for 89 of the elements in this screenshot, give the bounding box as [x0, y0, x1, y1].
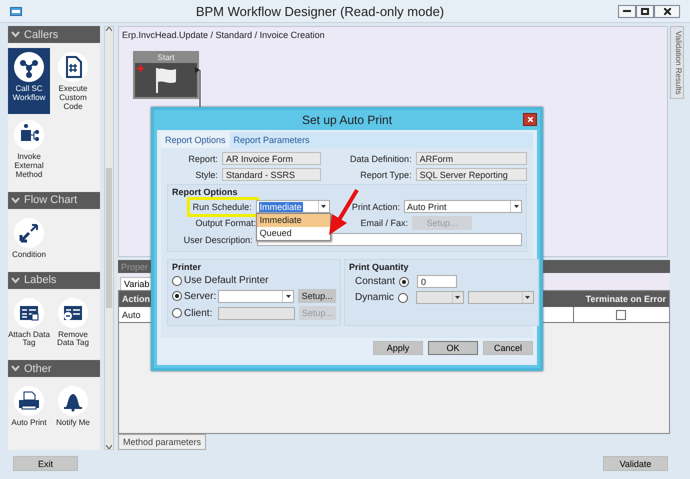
field-label: Report: [187, 154, 219, 164]
app-icon [10, 6, 22, 16]
radio-option[interactable]: Constant [355, 276, 412, 287]
field-label: Print Action: [350, 202, 401, 212]
tool-icon [13, 385, 45, 418]
panel-tab[interactable]: Variab [120, 277, 154, 290]
validate-button[interactable]: Validate [603, 456, 668, 471]
field-label: Report Type: [359, 170, 413, 180]
dialog-button[interactable]: OK [428, 341, 478, 355]
field-label: User Description: [182, 234, 254, 244]
group-title: Print Quantity [349, 262, 410, 272]
plus-icon [137, 65, 144, 72]
breadcrumb: Erp.InvcHead.Update / Standard / Invoice Creation [121, 29, 326, 42]
column-header: Terminate on Error [573, 291, 669, 307]
run-schedule-dropdown[interactable]: Immediate [256, 200, 330, 213]
section-header[interactable]: Flow Chart [8, 192, 100, 209]
section-title: Flow Chart [24, 194, 78, 206]
dialog-button[interactable]: Apply [373, 341, 423, 355]
toolbox-item[interactable]: Auto Print [8, 382, 50, 431]
scroll-down-icon[interactable] [106, 445, 112, 449]
chevron-icon [11, 365, 20, 372]
print-action-dropdown[interactable]: Auto Print [404, 200, 522, 213]
field-label: Data Definition: [349, 154, 413, 164]
field-label: Run Schedule: [192, 202, 253, 212]
dropdown-arrow-icon [321, 205, 326, 208]
section-header[interactable]: Labels [8, 272, 100, 289]
toolbox-item[interactable]: Attach Data Tag [8, 294, 50, 352]
checkbox[interactable] [616, 310, 626, 320]
close-button[interactable] [654, 4, 680, 18]
dropdown-option[interactable]: Queued [256, 227, 330, 240]
toolbox-item[interactable]: Condition [8, 214, 50, 263]
client-field[interactable] [218, 306, 295, 320]
minimize-icon [623, 10, 631, 12]
section-title: Labels [24, 274, 56, 286]
quantity-field[interactable]: 0 [417, 275, 458, 288]
maximize-button[interactable] [636, 4, 654, 18]
section-title: Callers [24, 28, 58, 40]
field-label: Style: [194, 170, 219, 180]
tool-icon [13, 119, 45, 152]
tool-icon [13, 51, 45, 83]
tool-icon [57, 296, 89, 329]
data-definition-field: ARForm [416, 152, 527, 165]
close-button[interactable] [523, 113, 537, 126]
field-label: Output Format: [194, 218, 257, 228]
radio-option[interactable]: Server: [172, 290, 216, 302]
panel-tab[interactable]: Method parameters [118, 434, 206, 450]
scrollbar[interactable] [104, 26, 114, 450]
dropdown-option[interactable]: Immediate [256, 214, 330, 227]
section-header[interactable]: Callers [8, 26, 100, 43]
dropdown-arrow-icon [514, 205, 518, 208]
toolbox-item[interactable]: Remove Data Tag [52, 294, 94, 352]
validation-results-tab[interactable]: Validation Results [670, 26, 684, 100]
radio-option[interactable]: Dynamic [355, 292, 410, 303]
group-title: Printer [172, 262, 202, 272]
setup-button[interactable]: Setup... [298, 289, 336, 303]
chevron-icon [11, 276, 20, 284]
dropdown-arrow-icon [525, 296, 530, 299]
report-field: AR Invoice Form [222, 152, 321, 165]
window-title: BPM Workflow Designer (Read-only mode) [194, 4, 446, 18]
tool-icon [57, 51, 89, 83]
field-label: Email / Fax: [359, 218, 409, 228]
toolbox-item[interactable]: Notify Me [52, 382, 94, 431]
section-title: Other [24, 362, 52, 375]
exit-button[interactable]: Exit [13, 456, 78, 471]
minimize-button[interactable] [618, 4, 636, 18]
section-header[interactable]: Other [8, 360, 100, 378]
toolbox-item[interactable]: Execute Custom Code [52, 48, 94, 114]
scroll-up-icon[interactable] [106, 27, 112, 31]
dropdown-arrow-icon [455, 296, 460, 299]
toolbox-item[interactable]: Invoke External Method [8, 116, 50, 183]
maximize-icon [641, 8, 649, 14]
dialog-button[interactable]: Cancel [483, 341, 533, 355]
radio-option[interactable]: Use Default Printer [172, 275, 268, 286]
dialog-title: Set up Auto Print [302, 113, 392, 127]
tool-icon [13, 216, 45, 249]
report-type-field: SQL Server Reporting [416, 168, 527, 181]
dialog-tab[interactable]: Report Options [161, 132, 230, 148]
tool-icon [57, 385, 89, 418]
tool-icon [13, 296, 45, 329]
chevron-icon [11, 31, 20, 38]
toolbox-item[interactable]: Call SC Workflow [8, 48, 50, 114]
close-icon [528, 117, 532, 122]
chevron-icon [11, 196, 20, 204]
close-icon [664, 8, 670, 14]
group-title: Report Options [172, 187, 238, 197]
flag-icon [155, 67, 177, 93]
dropdown-arrow-icon [286, 294, 291, 298]
style-field: Standard - SSRS [222, 168, 321, 181]
dialog-tab[interactable]: Report Parameters [230, 132, 314, 148]
